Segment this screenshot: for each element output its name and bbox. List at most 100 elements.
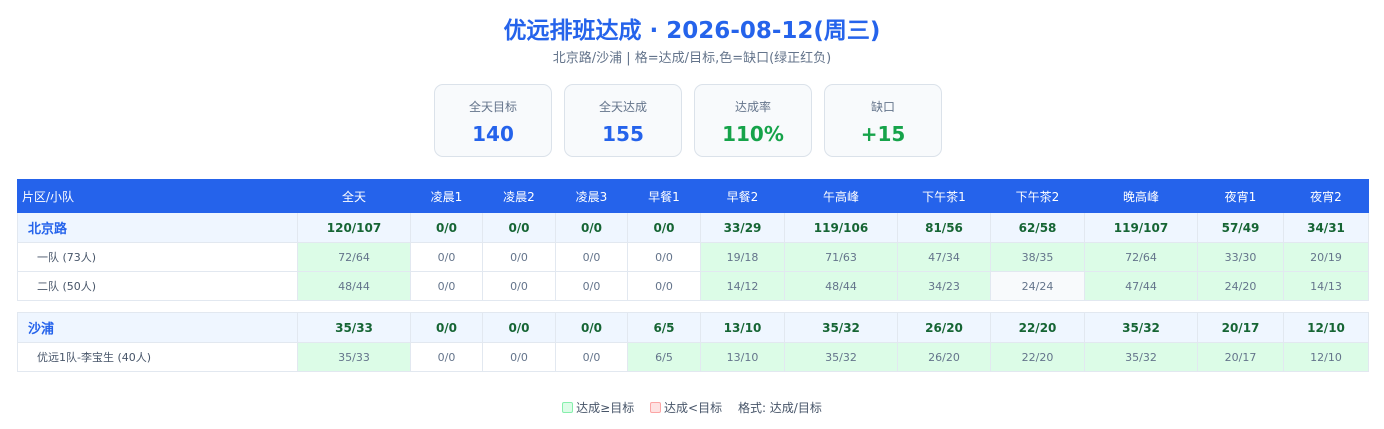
region-name: 北京路 [17,212,298,243]
table-cell: 26/20 [897,342,991,372]
kpi-label: 全天目标 [468,100,517,114]
table-cell: 48/44 [784,271,898,301]
table-cell: 57/49 [1197,212,1284,243]
table-cell: 0/0 [627,271,701,301]
legend-item-ok: 达成≥目标 [562,401,634,415]
table-cell: 119/106 [784,212,898,243]
table-cell: 13/10 [700,312,785,343]
column-header: 下午茶1 [897,179,991,213]
schedule-table-beijinglu: 片区/小队 全天 凌晨1 凌晨2 凌晨3 早餐1 早餐2 午高峰 下午茶1 下午… [17,179,1369,301]
table-cell: 22/20 [990,342,1085,372]
table-cell: 0/0 [482,242,556,272]
legend-swatch-red [650,402,662,413]
column-header: 早餐1 [627,179,701,213]
column-header: 午高峰 [784,179,898,213]
table-cell: 35/32 [1084,312,1198,343]
table-cell: 35/32 [784,342,898,372]
table-cell: 72/64 [297,242,411,272]
table-cell: 0/0 [627,242,701,272]
table-cell: 34/23 [897,271,991,301]
kpi-label: 全天达成 [598,100,647,114]
table-cell: 62/58 [990,212,1085,243]
region-row: 沙浦 35/33 0/0 0/0 0/0 6/5 13/10 35/32 26/… [17,312,1369,343]
table-cell: 19/18 [700,242,785,272]
team-row: 一队 (73人) 72/64 0/0 0/0 0/0 0/0 19/18 71/… [17,242,1369,272]
legend-label: 达成≥目标 [576,401,635,415]
column-header: 晚高峰 [1084,179,1198,213]
kpi-card-gap: 缺口 +15 [824,84,942,157]
kpi-value: 110% [722,122,784,146]
table-cell: 0/0 [627,212,701,243]
table-cell: 14/12 [700,271,785,301]
kpi-card-daily-achieved: 全天达成 155 [564,84,682,157]
schedule-table-shapu: 沙浦 35/33 0/0 0/0 0/0 6/5 13/10 35/32 26/… [17,312,1369,372]
table-cell: 0/0 [555,342,628,372]
team-row: 优远1队-李宝生 (40人) 35/33 0/0 0/0 0/0 6/5 13/… [17,342,1369,372]
table-cell: 0/0 [555,271,628,301]
kpi-value: 140 [472,122,514,146]
table-cell: 6/5 [627,342,701,372]
table-cell: 20/17 [1197,342,1284,372]
table-cell: 12/10 [1283,342,1369,372]
legend-label: 达成<目标 [664,401,723,415]
column-header: 夜宵1 [1197,179,1284,213]
table-cell: 13/10 [700,342,785,372]
column-header: 凌晨1 [410,179,483,213]
column-header: 下午茶2 [990,179,1085,213]
table-cell: 24/24 [990,271,1085,301]
kpi-card-achievement-rate: 达成率 110% [694,84,812,157]
table-cell: 34/31 [1283,212,1369,243]
team-name: 优远1队-李宝生 (40人) [17,342,298,372]
page-subtitle: 北京路/沙浦 | 格=达成/目标,色=缺口(绿正红负) [552,51,832,66]
table-cell: 47/44 [1084,271,1198,301]
legend-item-bad: 达成<目标 [650,401,722,415]
table-cell: 0/0 [555,312,628,343]
kpi-card-daily-target: 全天目标 140 [434,84,552,157]
table-cell: 26/20 [897,312,991,343]
table-cell: 24/20 [1197,271,1284,301]
table-cell: 35/33 [297,312,411,343]
table-cell: 47/34 [897,242,991,272]
column-header: 凌晨2 [482,179,556,213]
kpi-cards: 全天目标 140 全天达成 155 达成率 110% 缺口 +15 [434,84,942,157]
column-header: 凌晨3 [555,179,628,213]
region-name: 沙浦 [17,312,298,343]
legend: 达成≥目标 达成<目标 格式: 达成/目标 [0,399,1384,416]
column-header: 早餐2 [700,179,785,213]
table-cell: 0/0 [482,342,556,372]
table-cell: 0/0 [482,271,556,301]
table-cell: 20/17 [1197,312,1284,343]
column-header: 全天 [297,179,411,213]
kpi-label: 达成率 [734,100,771,114]
table-cell: 35/32 [784,312,898,343]
table-cell: 35/33 [297,342,411,372]
table-cell: 119/107 [1084,212,1198,243]
team-row: 二队 (50人) 48/44 0/0 0/0 0/0 0/0 14/12 48/… [17,271,1369,301]
table-cell: 33/30 [1197,242,1284,272]
table-cell: 0/0 [482,212,556,243]
table-cell: 22/20 [990,312,1085,343]
page-title: 优远排班达成 · 2026-08-12(周三) [503,18,881,44]
table-header-row: 片区/小队 全天 凌晨1 凌晨2 凌晨3 早餐1 早餐2 午高峰 下午茶1 下午… [17,179,1369,213]
table-cell: 0/0 [410,271,483,301]
table-cell: 14/13 [1283,271,1369,301]
table-cell: 48/44 [297,271,411,301]
table-cell: 12/10 [1283,312,1369,343]
kpi-value: +15 [860,122,906,146]
legend-format: 格式: 达成/目标 [737,401,822,415]
table-cell: 0/0 [555,212,628,243]
table-cell: 20/19 [1283,242,1369,272]
table-cell: 81/56 [897,212,991,243]
table-cell: 0/0 [410,342,483,372]
table-cell: 38/35 [990,242,1085,272]
table-cell: 0/0 [410,312,483,343]
table-cell: 0/0 [482,312,556,343]
table-cell: 0/0 [410,242,483,272]
table-cell: 71/63 [784,242,898,272]
column-header: 夜宵2 [1283,179,1369,213]
legend-swatch-green [562,402,574,413]
region-row: 北京路 120/107 0/0 0/0 0/0 0/0 33/29 119/10… [17,212,1369,243]
column-header: 片区/小队 [17,179,298,213]
table-cell: 72/64 [1084,242,1198,272]
table-cell: 0/0 [410,212,483,243]
